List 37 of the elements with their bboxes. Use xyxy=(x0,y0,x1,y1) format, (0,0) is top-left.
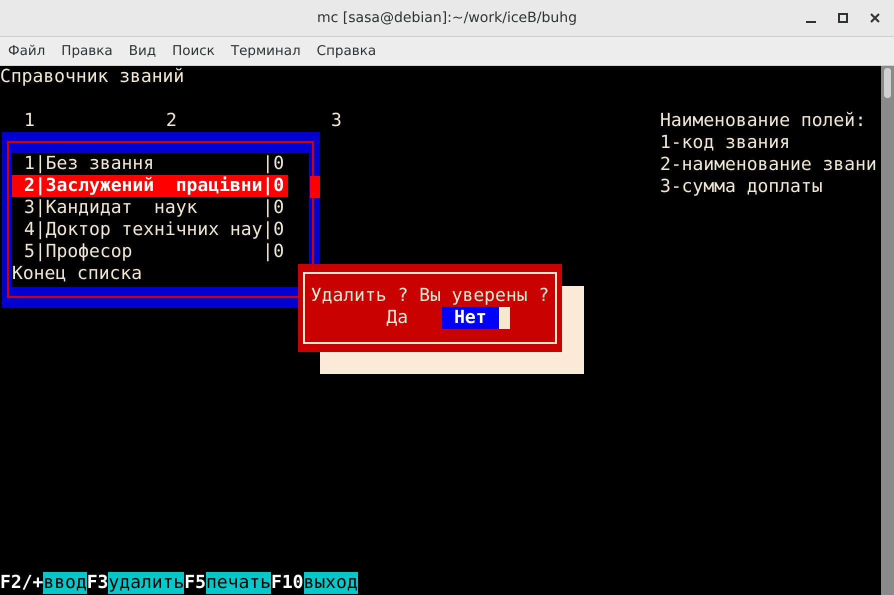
cursor xyxy=(498,307,510,329)
legend-title: Наименование полей: xyxy=(660,110,867,132)
dialog-message: Удалить ? Вы уверены ? xyxy=(310,285,550,307)
menu-item[interactable]: Правка xyxy=(61,43,113,59)
list-row[interactable]: 1|Без звання |0 xyxy=(12,153,288,175)
dialog-button[interactable]: Да xyxy=(374,307,420,329)
legend-line: 1-код звания xyxy=(660,132,792,154)
list-row[interactable]: 3|Кандидат наук |0 xyxy=(12,197,288,219)
window-title: mc [sasa@debian]:~/work/iceB/buhg xyxy=(317,10,577,26)
column-number: 1 xyxy=(24,110,35,132)
column-number: 3 xyxy=(331,110,342,132)
scroll-marker xyxy=(310,176,320,198)
function-key-label[interactable]: ввод xyxy=(43,572,87,594)
function-key-label[interactable]: выход xyxy=(304,572,358,594)
scrollbar[interactable] xyxy=(881,66,894,595)
column-number: 2 xyxy=(166,110,177,132)
function-key: F10 xyxy=(270,572,304,594)
function-key-label[interactable]: печать xyxy=(206,572,271,594)
close-icon[interactable] xyxy=(870,13,880,23)
list-end-text: Конец списка xyxy=(12,263,144,285)
menu-item[interactable]: Справка xyxy=(316,43,376,59)
menu-item[interactable]: Терминал xyxy=(230,43,301,59)
list-row[interactable]: 2|Заслужений працівни|0 xyxy=(12,175,288,197)
screen-heading: Справочник званий xyxy=(0,66,184,88)
menu-item[interactable]: Поиск xyxy=(172,43,215,59)
list-row[interactable]: 4|Доктор технічних нау|0 xyxy=(12,219,288,241)
function-key: F2/+ xyxy=(0,572,44,594)
function-key: F5 xyxy=(184,572,206,594)
menu-item[interactable]: Файл xyxy=(8,43,46,59)
legend-line: 3-сумма доплаты xyxy=(660,176,824,198)
legend-line: 2-наименование звани xyxy=(660,154,877,176)
menu-item[interactable]: Вид xyxy=(128,43,156,59)
list-row[interactable]: 5|Професор |0 xyxy=(12,241,288,263)
function-key-label[interactable]: удалить xyxy=(108,572,184,594)
function-key: F3 xyxy=(86,572,108,594)
dialog-button[interactable]: Нет xyxy=(442,307,499,329)
maximize-icon[interactable] xyxy=(838,13,848,23)
